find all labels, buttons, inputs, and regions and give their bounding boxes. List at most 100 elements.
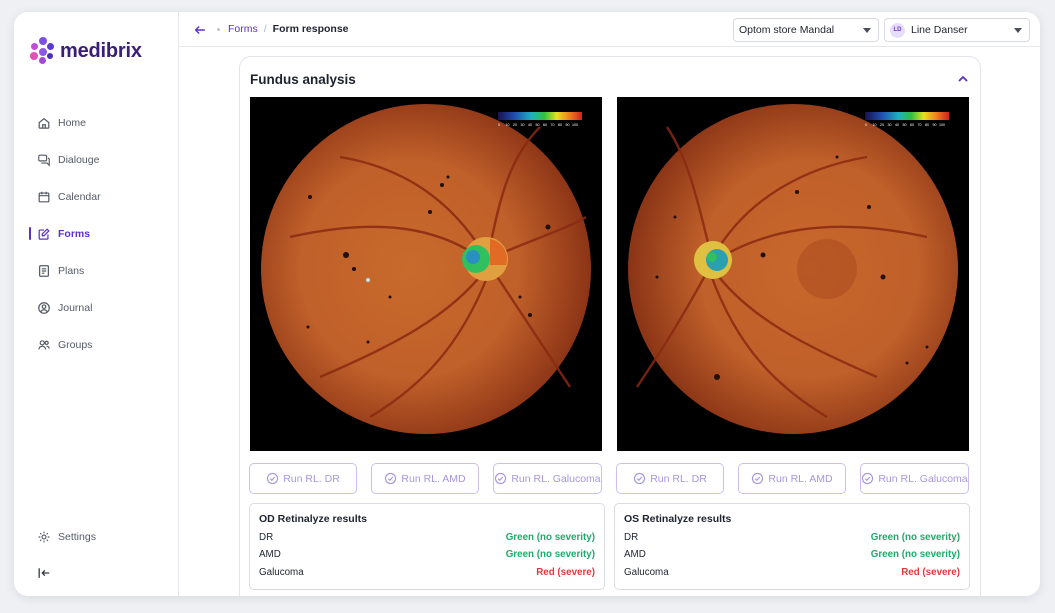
heatmap-scale-label: 40: [528, 123, 532, 127]
sidebar-item-label: Journal: [58, 301, 93, 314]
result-label: Galucoma: [624, 566, 669, 578]
store-select-value: Optom store Mandal: [739, 24, 835, 36]
sidebar-item-home[interactable]: Home: [14, 104, 178, 141]
chevron-up-icon[interactable]: [957, 74, 969, 84]
breadcrumb-current: Form response: [272, 23, 349, 35]
result-value: Green (no severity): [505, 549, 595, 561]
sidebar-item-label: Dialouge: [58, 153, 100, 166]
heatmap-scale-label: 90: [566, 123, 570, 127]
run-button-label: Run RL. DR: [650, 472, 707, 485]
result-label: Galucoma: [259, 566, 304, 578]
heatmap-scale-label: 60: [543, 123, 547, 127]
result-value: Green (no severity): [870, 549, 960, 561]
user-name: Line Danser: [911, 24, 968, 36]
heatmap-scale-label: 20: [880, 123, 884, 127]
sidebar-bottom: Settings: [14, 518, 178, 555]
result-row-dr: DR Green (no severity): [259, 529, 595, 546]
fundus-image-od: 0 10 20 30 40 50 60 70 80 90 100: [250, 97, 602, 451]
check-circle-icon: [862, 472, 874, 485]
breadcrumb-separator: /: [263, 23, 267, 35]
heatmap-scale-label: 30: [888, 123, 892, 127]
heatmap-scale-label: 80: [925, 123, 929, 127]
heatmap-scale-label: 20: [513, 123, 517, 127]
heatmap-scale-label: 100: [939, 123, 945, 127]
sidebar-item-label: Calendar: [58, 190, 101, 203]
heatmap-scale-label: 100: [572, 123, 578, 127]
results-panel-os: OS Retinalyze results DR Green (no sever…: [614, 503, 970, 590]
heatmap-scale-label: 40: [895, 123, 899, 127]
check-circle-icon: [267, 472, 279, 485]
result-label: AMD: [259, 549, 281, 561]
heatmap-scale-label: 90: [933, 123, 937, 127]
plans-icon: [39, 264, 49, 277]
result-row-glaucoma: Galucoma Red (severe): [624, 564, 960, 581]
journal-icon: [38, 301, 50, 314]
sidebar-item-label: Groups: [58, 338, 93, 351]
store-select[interactable]: Optom store Mandal: [733, 18, 879, 42]
run-dr-button-os[interactable]: Run RL. DR: [616, 463, 724, 494]
breadcrumb-dot: [217, 27, 220, 31]
breadcrumb: Forms / Form response: [217, 23, 349, 35]
result-row-amd: AMD Green (no severity): [624, 546, 960, 563]
brand-logo[interactable]: medibrix: [30, 37, 142, 65]
sidebar-item-dialouge[interactable]: Dialouge: [14, 141, 178, 178]
run-button-label: Run RL. AMD: [401, 472, 466, 485]
result-label: AMD: [624, 549, 646, 561]
sidebar-item-label: Forms: [58, 227, 91, 240]
run-glaucoma-button-od[interactable]: Run RL. Galucoma: [493, 463, 602, 494]
back-arrow-icon[interactable]: [193, 23, 207, 37]
chevron-down-icon: [863, 28, 871, 33]
results-title: OD Retinalyze results: [259, 513, 367, 525]
sidebar-item-groups[interactable]: Groups: [14, 326, 178, 363]
heatmap-scale-label: 70: [918, 123, 922, 127]
heatmap-scale-label: 50: [536, 123, 540, 127]
run-amd-button-os[interactable]: Run RL. AMD: [738, 463, 846, 494]
sidebar: medibrix Home Dialouge Calendar Forms Pl…: [14, 12, 179, 596]
heatmap-scale-label: 30: [521, 123, 525, 127]
result-label: DR: [259, 532, 274, 544]
check-circle-icon: [385, 472, 397, 485]
brand-name: medibrix: [60, 39, 142, 62]
sidebar-item-label: Plans: [58, 264, 85, 277]
sidebar-item-plans[interactable]: Plans: [14, 252, 178, 289]
heatmap-scale-label: 50: [903, 123, 907, 127]
sidebar-item-calendar[interactable]: Calendar: [14, 178, 178, 215]
home-icon: [38, 117, 50, 129]
result-label: DR: [624, 532, 639, 544]
sidebar-item-journal[interactable]: Journal: [14, 289, 178, 326]
results-title: OS Retinalyze results: [624, 513, 732, 525]
result-value: Green (no severity): [870, 532, 960, 544]
logo-mark-icon: [30, 37, 56, 65]
run-glaucoma-button-os[interactable]: Run RL. Galucoma: [860, 463, 969, 494]
results-panel-od: OD Retinalyze results DR Green (no sever…: [249, 503, 605, 590]
result-row-glaucoma: Galucoma Red (severe): [259, 564, 595, 581]
result-value: Red (severe): [901, 566, 960, 578]
check-circle-icon: [634, 472, 646, 485]
fundus-image-os: 0 10 20 30 40 50 60 70 80 90 100: [617, 97, 969, 451]
run-amd-button-od[interactable]: Run RL. AMD: [371, 463, 479, 494]
collapse-sidebar-icon[interactable]: [37, 566, 51, 580]
user-select[interactable]: LD Line Danser: [884, 18, 1030, 42]
run-button-label: Run RL. AMD: [768, 472, 833, 485]
sidebar-item-settings[interactable]: Settings: [14, 518, 178, 555]
heatmap-scale-label: 10: [506, 123, 510, 127]
retina-image-os: 0 10 20 30 40 50 60 70 80 90 100: [628, 104, 958, 434]
retina-image-od: 0 10 20 30 40 50 60 70 80 90 100: [261, 104, 591, 434]
sidebar-item-label: Settings: [58, 530, 96, 543]
run-dr-button-od[interactable]: Run RL. DR: [249, 463, 357, 494]
heatmap-scale-label: 80: [558, 123, 562, 127]
fundus-analysis-card: Fundus analysis 0 10 20 30 40 50 60 70 8…: [239, 56, 981, 596]
result-value: Green (no severity): [505, 532, 595, 544]
check-circle-icon: [495, 472, 507, 485]
gear-icon: [38, 531, 50, 542]
sidebar-item-forms[interactable]: Forms: [14, 215, 178, 252]
groups-icon: [38, 339, 50, 350]
result-row-dr: DR Green (no severity): [624, 529, 960, 546]
run-button-label: Run RL. DR: [283, 472, 340, 485]
breadcrumb-forms-link[interactable]: Forms: [228, 23, 258, 35]
chevron-down-icon: [1014, 28, 1022, 33]
chat-icon: [38, 154, 50, 167]
avatar: LD: [890, 22, 905, 38]
top-header: Forms / Form response Optom store Mandal…: [179, 12, 1040, 47]
heatmap-scale-label: 0: [865, 123, 867, 127]
